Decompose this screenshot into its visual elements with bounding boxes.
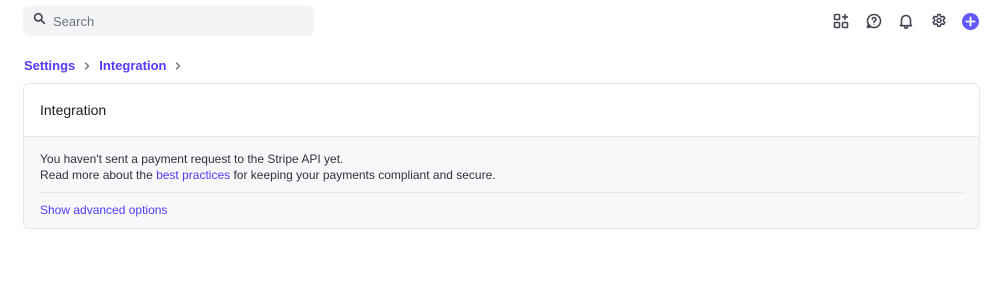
message-prefix: Read more about the — [40, 168, 157, 182]
search-input[interactable] — [53, 13, 293, 29]
help-icon[interactable] — [865, 12, 883, 30]
breadcrumb-integration[interactable]: Integration — [99, 58, 166, 73]
chevron-right-icon — [83, 61, 91, 70]
card-title: Integration — [24, 84, 979, 137]
search-icon — [33, 12, 46, 30]
best-practices-message: Read more about the best practices for k… — [40, 167, 963, 183]
plus-icon — [965, 15, 976, 27]
apps-icon[interactable] — [832, 12, 850, 30]
best-practices-link[interactable]: best practices — [156, 168, 230, 182]
settings-icon[interactable] — [930, 12, 948, 30]
divider — [40, 192, 964, 193]
search-bar[interactable] — [23, 6, 314, 36]
breadcrumb-settings[interactable]: Settings — [24, 58, 75, 73]
integration-card: Integration You haven't sent a payment r… — [23, 83, 980, 229]
notifications-icon[interactable] — [897, 12, 915, 30]
top-bar — [0, 0, 1000, 42]
create-button[interactable] — [962, 12, 979, 30]
card-body: You haven't sent a payment request to th… — [24, 137, 979, 228]
message-suffix: for keeping your payments compliant and … — [230, 168, 496, 182]
chevron-right-icon — [174, 61, 182, 70]
show-advanced-options-link[interactable]: Show advanced options — [40, 203, 167, 217]
header-actions — [818, 12, 979, 30]
breadcrumb: Settings Integration — [24, 58, 190, 73]
api-status-message: You haven't sent a payment request to th… — [40, 152, 344, 166]
